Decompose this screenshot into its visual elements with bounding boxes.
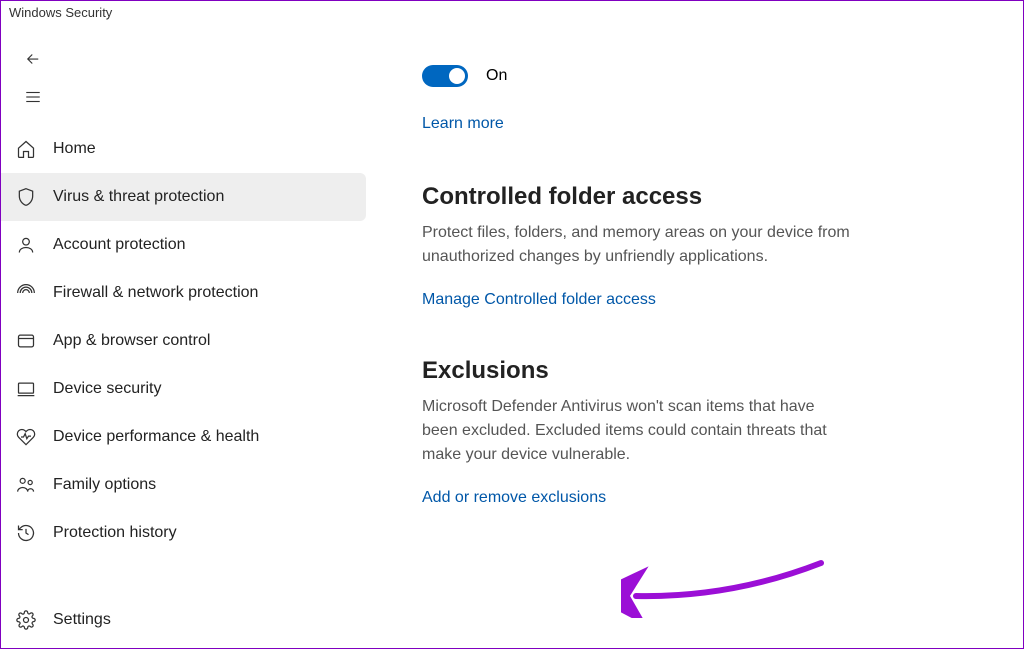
sidebar-item-label: Account protection — [53, 236, 186, 254]
protection-toggle[interactable] — [422, 65, 468, 87]
window-title: Windows Security — [1, 1, 1023, 25]
controlled-folder-description: Protect files, folders, and memory areas… — [422, 221, 852, 269]
exclusions-heading: Exclusions — [422, 357, 983, 385]
sidebar-item-label: App & browser control — [53, 332, 210, 350]
sidebar-item-virus-threat[interactable]: Virus & threat protection — [1, 173, 366, 221]
exclusions-description: Microsoft Defender Antivirus won't scan … — [422, 395, 852, 467]
sidebar: Home Virus & threat protection Account p… — [1, 25, 366, 648]
main-content: On Learn more Controlled folder access P… — [366, 25, 1023, 648]
app-browser-icon — [15, 330, 37, 352]
sidebar-item-label: Family options — [53, 476, 156, 494]
home-icon — [15, 138, 37, 160]
sidebar-item-device-security[interactable]: Device security — [1, 365, 366, 413]
sidebar-item-app-browser[interactable]: App & browser control — [1, 317, 366, 365]
sidebar-item-label: Device performance & health — [53, 428, 259, 446]
controlled-folder-section: Controlled folder access Protect files, … — [422, 183, 983, 309]
add-remove-exclusions-link[interactable]: Add or remove exclusions — [422, 489, 606, 507]
sidebar-item-firewall[interactable]: Firewall & network protection — [1, 269, 366, 317]
exclusions-section: Exclusions Microsoft Defender Antivirus … — [422, 357, 983, 507]
gear-icon — [15, 609, 37, 631]
learn-more-link[interactable]: Learn more — [422, 115, 504, 133]
account-icon — [15, 234, 37, 256]
history-icon — [15, 522, 37, 544]
hamburger-menu-button[interactable] — [15, 79, 51, 115]
sidebar-item-account-protection[interactable]: Account protection — [1, 221, 366, 269]
manage-controlled-folder-link[interactable]: Manage Controlled folder access — [422, 291, 656, 309]
back-button[interactable] — [15, 41, 51, 77]
sidebar-item-protection-history[interactable]: Protection history — [1, 509, 366, 557]
sidebar-item-label: Protection history — [53, 524, 177, 542]
sidebar-item-label: Firewall & network protection — [53, 284, 258, 302]
controlled-folder-heading: Controlled folder access — [422, 183, 983, 211]
device-security-icon — [15, 378, 37, 400]
sidebar-item-label: Virus & threat protection — [53, 188, 224, 206]
toggle-state-label: On — [486, 67, 507, 85]
health-icon — [15, 426, 37, 448]
family-icon — [15, 474, 37, 496]
sidebar-item-label: Settings — [53, 611, 111, 629]
sidebar-item-family[interactable]: Family options — [1, 461, 366, 509]
shield-icon — [15, 186, 37, 208]
sidebar-item-home[interactable]: Home — [1, 125, 366, 173]
sidebar-item-label: Device security — [53, 380, 161, 398]
sidebar-item-device-performance[interactable]: Device performance & health — [1, 413, 366, 461]
sidebar-item-label: Home — [53, 140, 96, 158]
firewall-icon — [15, 282, 37, 304]
sidebar-item-settings[interactable]: Settings — [1, 596, 366, 644]
